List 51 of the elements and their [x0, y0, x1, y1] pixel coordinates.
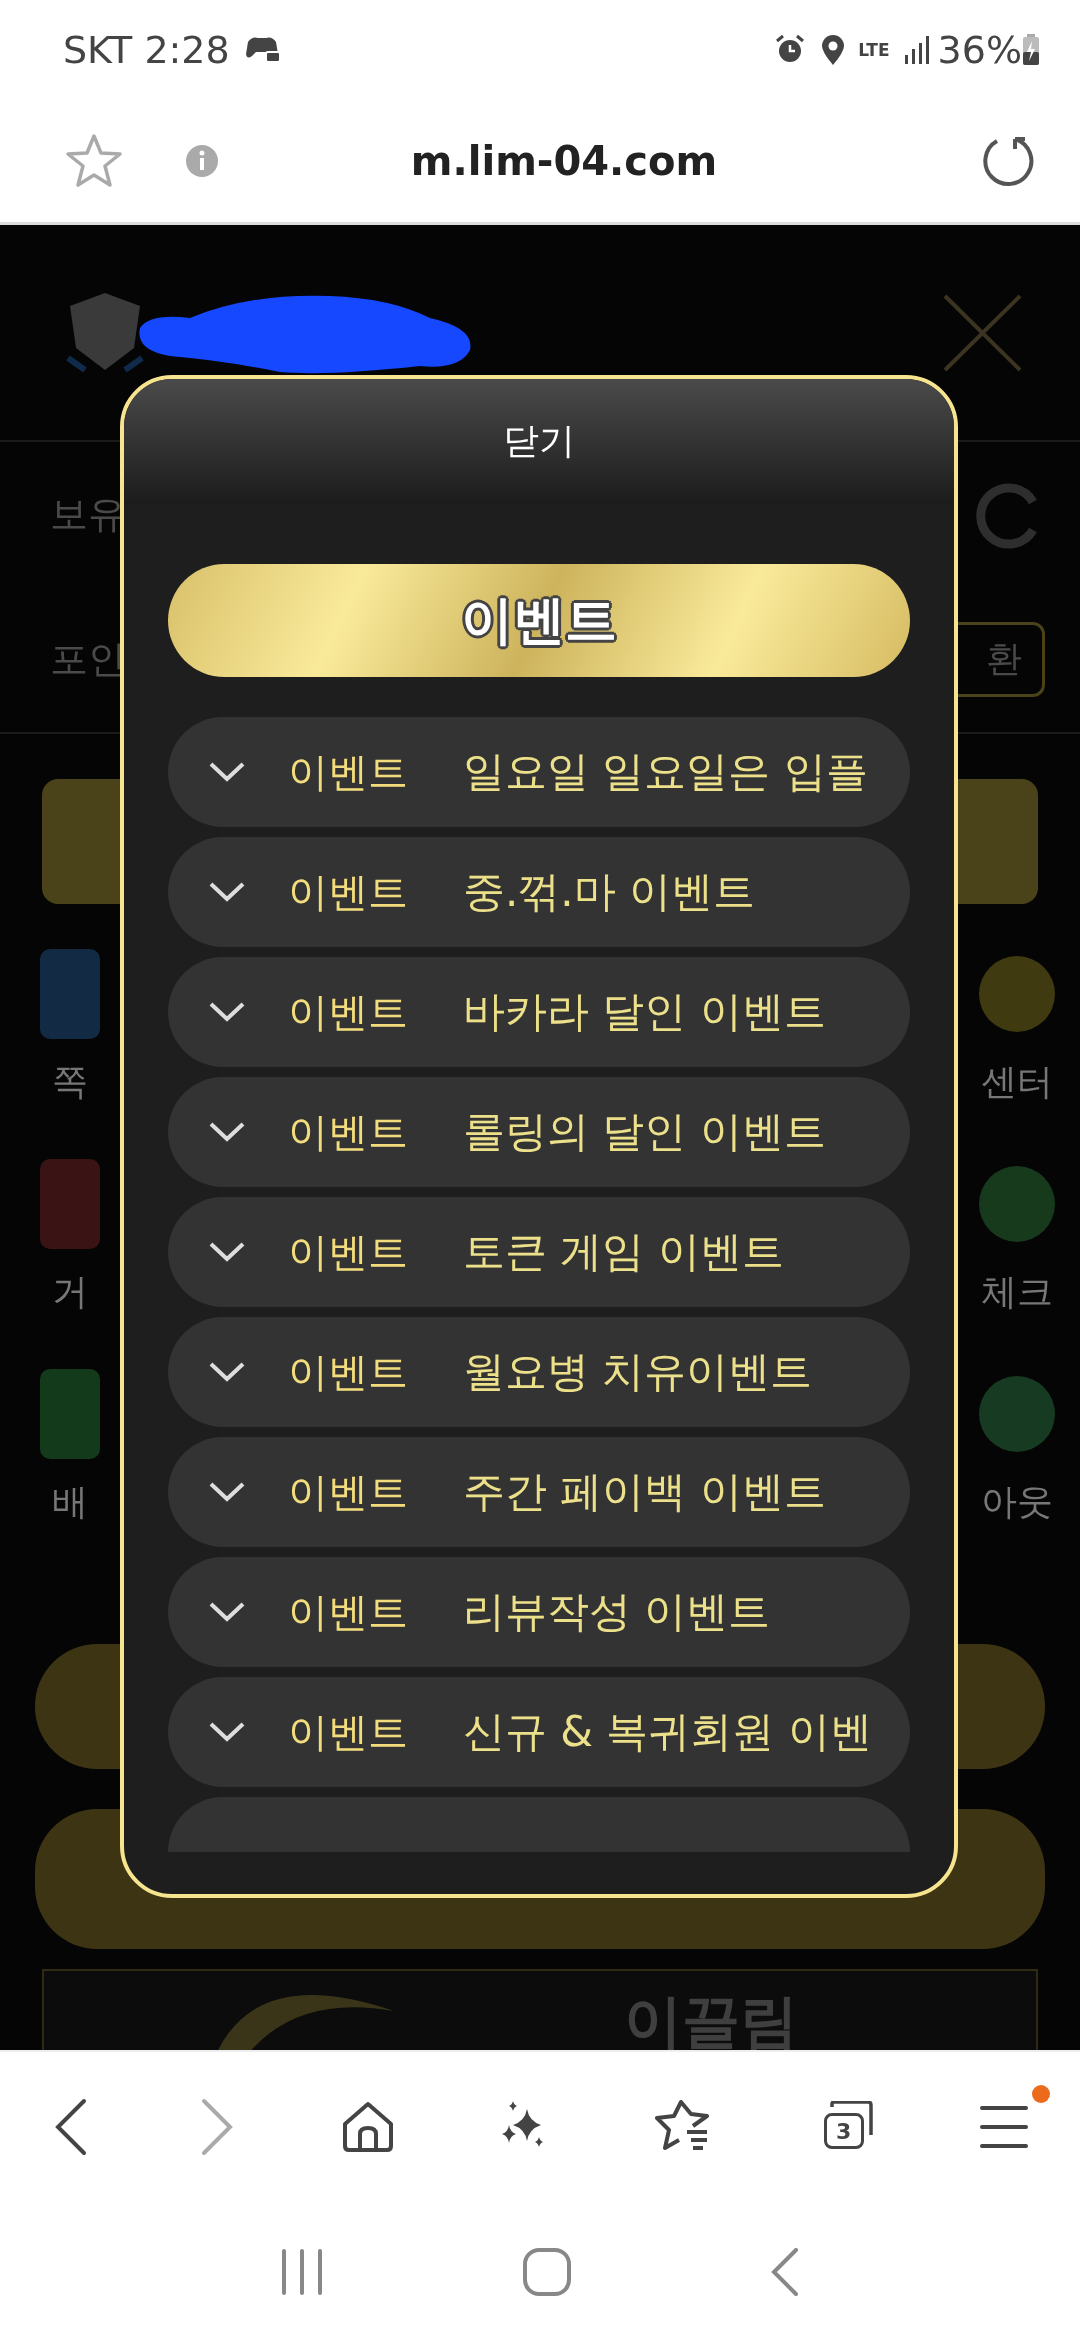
event-item[interactable]: 이벤트 월요병 치유이벤트	[168, 1317, 910, 1427]
back-button-icon[interactable]	[770, 2248, 801, 2296]
event-item[interactable]: 이벤트 중.꺾.마 이벤트	[168, 837, 910, 947]
menu-label: 체크	[981, 1270, 1053, 1314]
event-category: 이벤트	[288, 1107, 409, 1157]
event-title: 주간 페이백 이벤트	[463, 1466, 826, 1518]
event-item[interactable]: 이벤트 주간 페이백 이벤트	[168, 1437, 910, 1547]
bookmark-star-icon[interactable]	[65, 133, 123, 189]
event-title: 월요병 치유이벤트	[463, 1346, 813, 1398]
info-icon[interactable]	[185, 144, 219, 178]
event-title: 리뷰작성 이벤트	[463, 1586, 771, 1638]
home-icon[interactable]	[340, 2100, 395, 2154]
menu-label: 아웃	[981, 1480, 1053, 1524]
location-icon	[820, 34, 847, 66]
carrier-time: SKT 2:28	[63, 28, 230, 72]
event-item[interactable]: 이벤트 리뷰작성 이벤트	[168, 1557, 910, 1667]
event-title: 롤링의 달인 이벤트	[463, 1106, 826, 1158]
menu-label: 쪽	[52, 1060, 88, 1104]
event-category: 이벤트	[288, 1347, 409, 1397]
menu-label: 센터	[981, 1060, 1053, 1104]
menu-icon[interactable]	[979, 2105, 1028, 2149]
event-category: 이벤트	[288, 747, 409, 797]
tabs-button[interactable]: 3	[815, 2101, 876, 2153]
recent-apps-icon[interactable]	[279, 2249, 324, 2295]
url-text[interactable]: m.lim-04.com	[219, 138, 909, 184]
event-category: 이벤트	[288, 1467, 409, 1517]
event-title: 일요일 일요일은 입플	[463, 746, 868, 798]
event-title: 토큰 게임 이벤트	[463, 1226, 784, 1278]
event-category: 이벤트	[288, 867, 409, 917]
event-category: 이벤트	[288, 1707, 409, 1757]
event-category: 이벤트	[288, 1587, 409, 1637]
dialog-heading: 이벤트	[168, 564, 910, 677]
balance-label: 보유	[50, 491, 126, 538]
signal-icon	[903, 35, 930, 65]
battery-percent: 36%	[937, 28, 1022, 72]
event-title: 중.꺾.마 이벤트	[463, 866, 756, 918]
network-type: LTE	[858, 41, 890, 59]
event-item[interactable]: 이벤트 토큰 게임 이벤트	[168, 1197, 910, 1307]
event-category: 이벤트	[288, 1227, 409, 1277]
menu-label: 거	[52, 1270, 88, 1314]
event-item[interactable]: 이벤트 신규 & 복귀회원 이벤	[168, 1677, 910, 1787]
menu-label: 배	[52, 1480, 88, 1524]
event-item[interactable]: 이벤트 롤링의 달인 이벤트	[168, 1077, 910, 1187]
home-button-icon[interactable]	[523, 2248, 571, 2296]
event-item[interactable]: 이벤트 바카라 달인 이벤트	[168, 957, 910, 1067]
points-label: 포인	[50, 636, 126, 683]
event-category: 이벤트	[288, 987, 409, 1037]
event-item[interactable]: 이벤트 일요일 일요일은 입플	[168, 717, 910, 827]
battery-icon	[1022, 34, 1040, 66]
event-title: 바카라 달인 이벤트	[463, 986, 826, 1038]
event-title: 신규 & 복귀회원 이벤	[463, 1706, 872, 1758]
